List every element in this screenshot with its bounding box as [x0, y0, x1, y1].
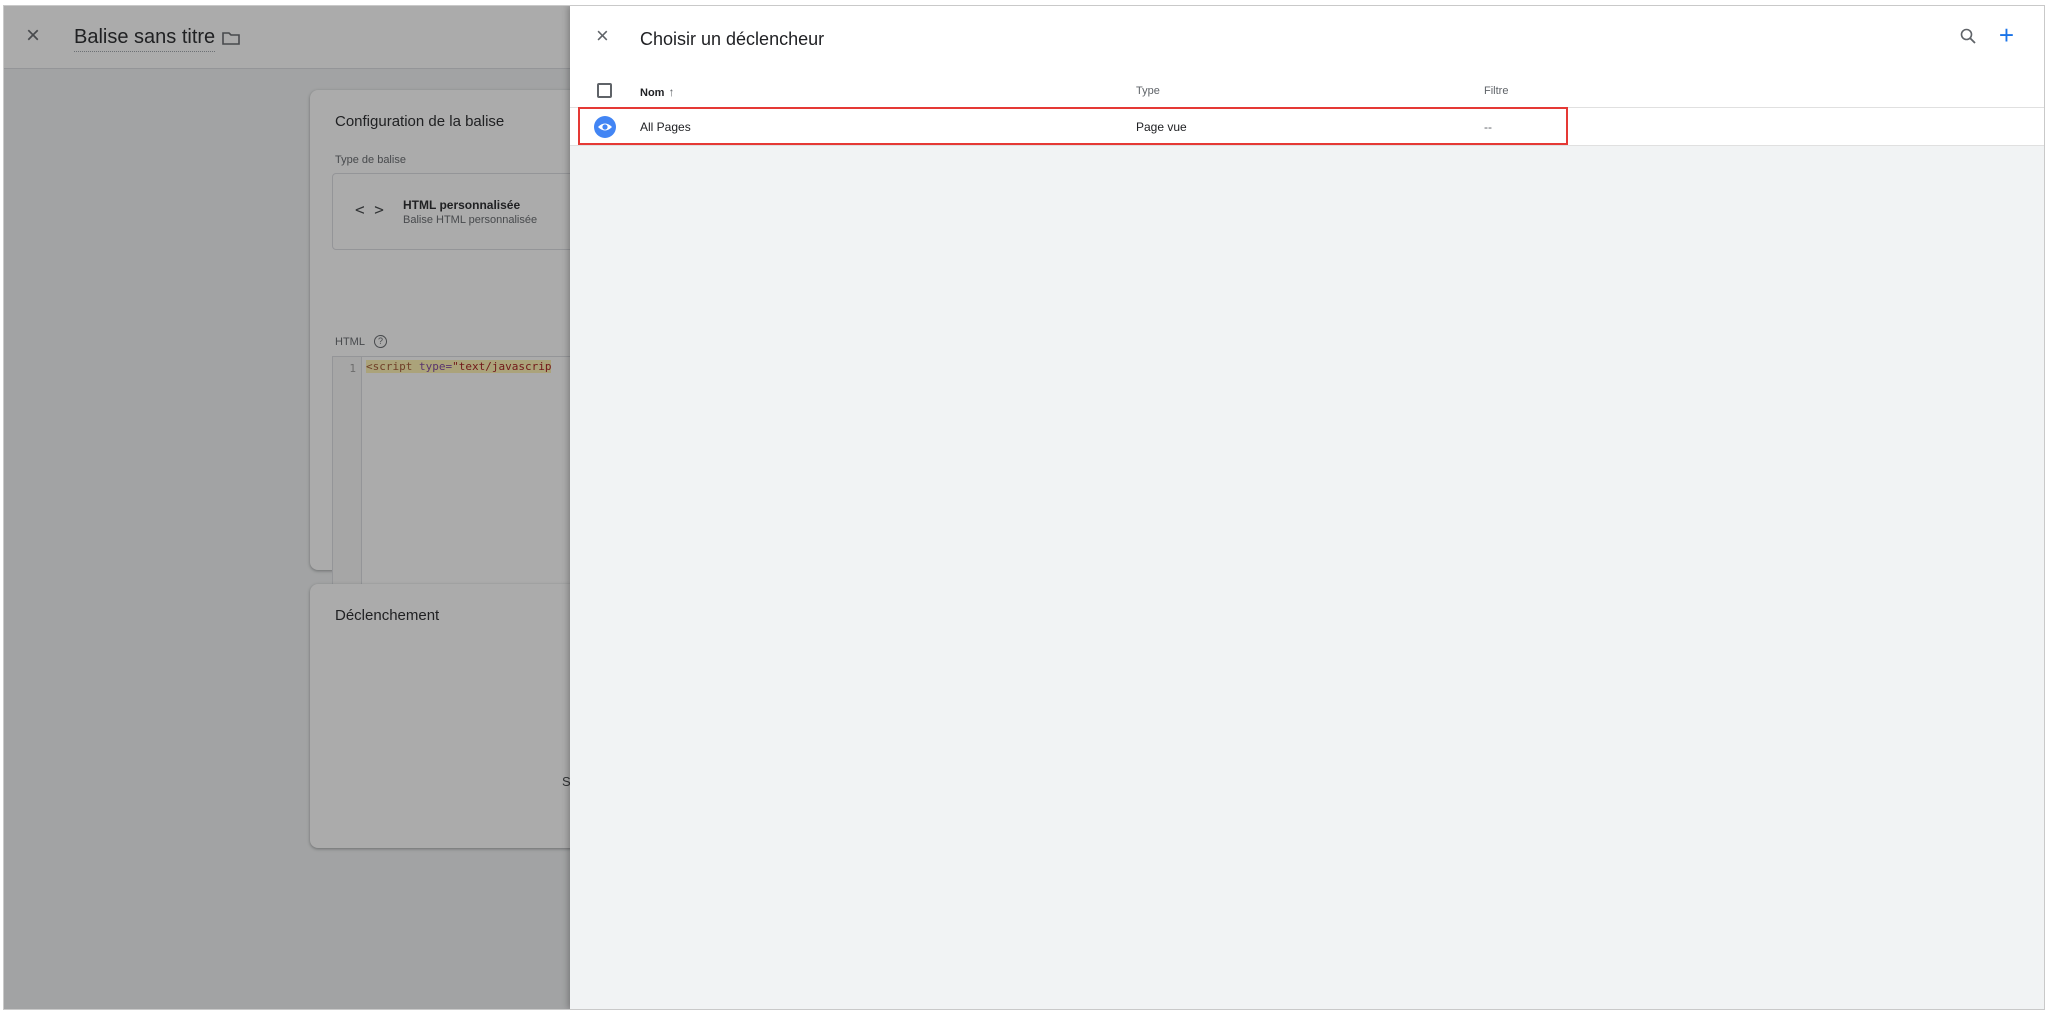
plus-icon[interactable]: +: [1999, 20, 2014, 50]
trigger-filter: --: [1484, 120, 1492, 134]
select-all-checkbox[interactable]: [597, 83, 612, 98]
eye-icon: [594, 116, 616, 138]
search-icon[interactable]: [1960, 28, 1976, 49]
column-header-type[interactable]: Type: [1136, 85, 1160, 97]
trigger-table-header: Nom ↑ Type Filtre: [570, 68, 2044, 108]
modal-scrim[interactable]: [4, 6, 570, 1009]
drawer-header: × Choisir un déclencheur +: [570, 6, 2044, 68]
table-row[interactable]: All Pages Page vue --: [570, 108, 2044, 146]
column-header-filter[interactable]: Filtre: [1484, 85, 1508, 97]
choose-trigger-drawer: × Choisir un déclencheur + Nom ↑ Type Fil…: [570, 6, 2044, 1009]
drawer-title: Choisir un déclencheur: [640, 29, 825, 49]
close-icon[interactable]: ×: [596, 24, 609, 48]
column-name-label: Nom: [640, 87, 665, 99]
column-header-name[interactable]: Nom ↑: [640, 85, 674, 99]
trigger-name: All Pages: [640, 120, 691, 134]
arrow-up-icon: ↑: [668, 85, 675, 99]
app-window: × Balise sans titre Configuration de la …: [3, 5, 2045, 1010]
trigger-type: Page vue: [1136, 120, 1187, 134]
